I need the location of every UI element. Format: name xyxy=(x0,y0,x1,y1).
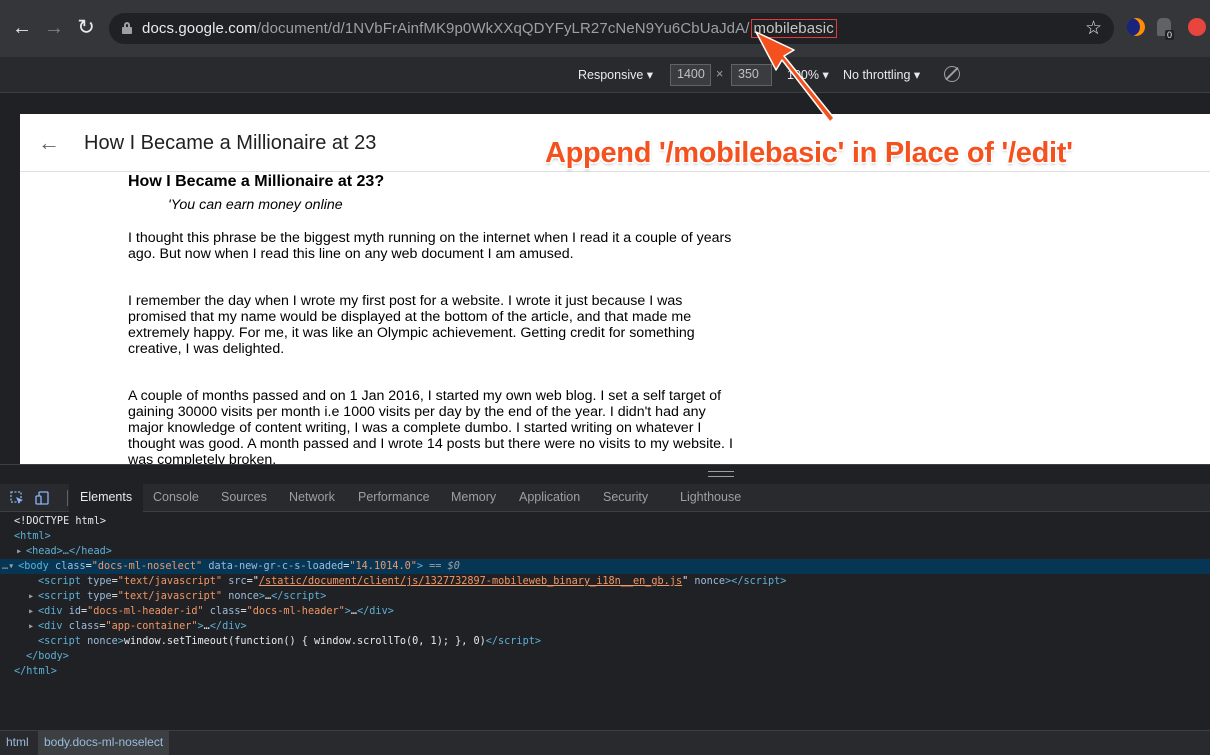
forward-icon[interactable]: → xyxy=(40,14,68,42)
address-bar[interactable]: docs.google.com/document/d/1NVbFrAinfMK9… xyxy=(109,13,1114,44)
reload-icon[interactable]: ↻ xyxy=(72,14,100,42)
breadcrumb-html[interactable]: html xyxy=(0,731,35,755)
dom-html-close[interactable]: </html> xyxy=(0,664,1210,679)
doc-paragraph: I thought this phrase be the biggest myt… xyxy=(128,230,732,262)
lock-icon xyxy=(122,22,132,34)
dom-html-open[interactable]: <html> xyxy=(0,529,1210,544)
breadcrumb-body[interactable]: body.docs-ml-noselect xyxy=(38,731,170,755)
dom-script-inline[interactable]: <script nonce>window.setTimeout(function… xyxy=(0,634,1210,649)
times-icon: × xyxy=(716,67,724,81)
dom-body-selected[interactable]: …▾ <body class="docs-ml-noselect" data-ne… xyxy=(0,559,1210,574)
annotation-text: Append '/mobilebasic' in Place of '/edit… xyxy=(545,137,1073,169)
doc-heading: How I Became a Millionaire at 23? xyxy=(128,173,385,190)
inspect-element-icon[interactable] xyxy=(10,491,24,505)
device-toggle-icon[interactable] xyxy=(35,491,49,505)
grip-icon[interactable] xyxy=(708,471,734,477)
tab-security[interactable]: Security xyxy=(592,484,659,512)
bookmark-star-icon[interactable]: ☆ xyxy=(1085,17,1102,40)
url-text[interactable]: docs.google.com/document/d/1NVbFrAinfMK9… xyxy=(142,19,837,38)
dom-div-header[interactable]: ▸ <div id="docs-ml-header-id" class="docs… xyxy=(0,604,1210,619)
extension-icon[interactable] xyxy=(1127,18,1145,36)
extension-badge: 0 xyxy=(1165,30,1175,40)
url-path: /document/d/1NVbFrAinfMK9p0WkXXqQDYFyLR2… xyxy=(256,20,750,37)
tab-memory[interactable]: Memory xyxy=(440,484,507,512)
dom-body-close[interactable]: </body> xyxy=(0,649,1210,664)
toolbar-divider xyxy=(67,490,68,506)
profile-extension-icon[interactable] xyxy=(1188,18,1206,36)
doc-header-title: How I Became a Millionaire at 23 xyxy=(84,132,377,154)
tab-performance[interactable]: Performance xyxy=(347,484,441,512)
dom-breadcrumb: html body.docs-ml-noselect xyxy=(0,730,1210,755)
url-host: docs.google.com xyxy=(142,20,257,37)
tab-sources[interactable]: Sources xyxy=(210,484,278,512)
tab-console[interactable]: Console xyxy=(142,484,210,512)
dom-doctype[interactable]: <!DOCTYPE html> xyxy=(0,514,1210,529)
rotate-icon[interactable] xyxy=(944,66,960,82)
width-input[interactable]: 1400 xyxy=(670,64,711,86)
dom-script-src[interactable]: <script type="text/javascript" src="/sta… xyxy=(0,574,1210,589)
doc-paragraph: A couple of months passed and on 1 Jan 2… xyxy=(128,388,733,464)
annotation-arrow-icon xyxy=(755,31,835,123)
dom-div-app-container[interactable]: ▸ <div class="app-container">…</div> xyxy=(0,619,1210,634)
throttling-select[interactable]: No throttling ▾ xyxy=(843,67,920,82)
tab-elements[interactable]: Elements xyxy=(69,484,144,512)
dom-head[interactable]: ▸ <head>…</head> xyxy=(0,544,1210,559)
device-toolbar: Responsive ▾ 1400 × 350 100% ▾ No thrott… xyxy=(0,57,1210,93)
doc-quote: 'You can earn money online xyxy=(168,197,343,213)
doc-body: How I Became a Millionaire at 23? 'You c… xyxy=(128,172,738,464)
tab-application[interactable]: Application xyxy=(508,484,591,512)
devtools-tabbar: Elements Console Sources Network Perform… xyxy=(0,484,1210,512)
elements-panel: <!DOCTYPE html> <html> ▸ <head>…</head> …… xyxy=(0,512,1210,730)
browser-toolbar: ← → ↻ docs.google.com/document/d/1NVbFrA… xyxy=(0,0,1210,57)
tab-network[interactable]: Network xyxy=(278,484,346,512)
script-src-link[interactable]: /static/document/client/js/1327732897-mo… xyxy=(259,576,682,587)
doc-paragraph: I remember the day when I wrote my first… xyxy=(128,293,695,357)
back-icon[interactable]: ← xyxy=(8,14,36,42)
tab-lighthouse[interactable]: Lighthouse xyxy=(669,484,752,512)
dom-script-nonce[interactable]: ▸ <script type="text/javascript" nonce>…<… xyxy=(0,589,1210,604)
device-select[interactable]: Responsive ▾ xyxy=(578,67,653,82)
doc-back-icon[interactable]: ← xyxy=(38,130,60,156)
devtools-splitter[interactable] xyxy=(0,464,1210,484)
